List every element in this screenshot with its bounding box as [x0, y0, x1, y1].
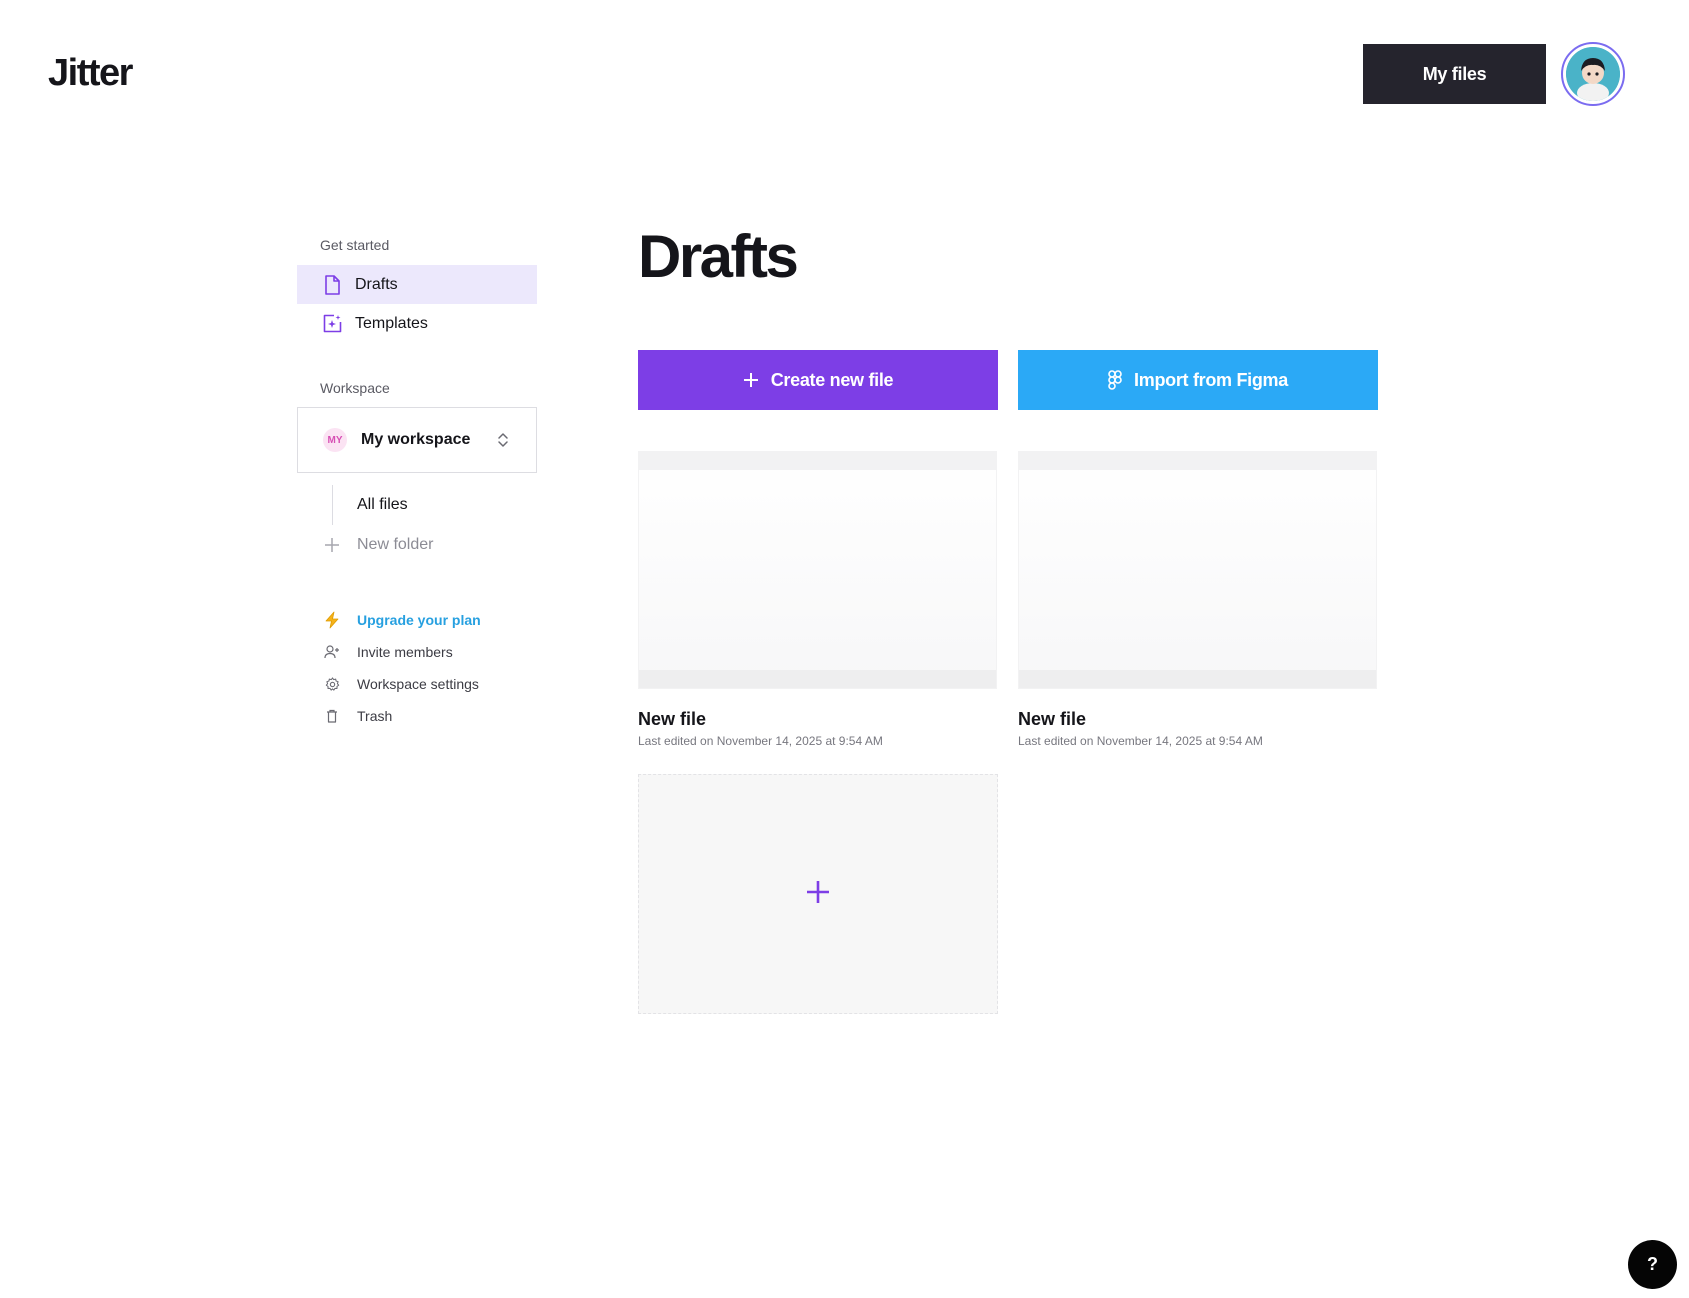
- import-from-figma-label: Import from Figma: [1134, 369, 1288, 390]
- file-name: New file: [638, 709, 707, 729]
- trash-link[interactable]: Trash: [297, 700, 537, 732]
- figma-icon: [1108, 370, 1122, 390]
- workspace-badge: MY: [323, 428, 347, 452]
- plus-icon: [322, 537, 342, 553]
- add-user-icon: [322, 642, 342, 662]
- trash-label: Trash: [357, 708, 393, 724]
- user-avatar[interactable]: [1561, 42, 1625, 106]
- help-button[interactable]: ?: [1628, 1240, 1677, 1289]
- my-files-button[interactable]: My files: [1363, 44, 1546, 104]
- invite-members-link[interactable]: Invite members: [297, 636, 537, 668]
- trash-icon: [322, 706, 342, 726]
- workspace-settings-link[interactable]: Workspace settings: [297, 668, 537, 700]
- import-from-figma-button[interactable]: Import from Figma: [1018, 350, 1378, 410]
- jitter-logo[interactable]: Jitter: [48, 52, 133, 95]
- avatar-illustration-icon: [1566, 47, 1620, 101]
- workspace-tree: All files: [297, 485, 537, 525]
- page-title: Drafts: [638, 223, 799, 290]
- get-started-label: Get started: [320, 237, 390, 253]
- file-last-edited: Last edited on November 14, 2025 at 9:54…: [1018, 734, 1263, 748]
- invite-members-label: Invite members: [357, 644, 453, 660]
- workspace-selector[interactable]: MY My workspace: [297, 407, 537, 473]
- thumbnail-bottom-bar: [639, 670, 996, 688]
- template-icon: [322, 314, 342, 334]
- file-thumbnail: [638, 451, 997, 689]
- sidebar-item-templates[interactable]: Templates: [297, 304, 537, 343]
- avatar-image: [1566, 47, 1620, 101]
- sidebar-item-label: Drafts: [355, 275, 398, 293]
- file-name: New file: [1018, 709, 1087, 729]
- thumbnail-top-bar: [639, 452, 996, 470]
- file-icon: [322, 274, 342, 295]
- thumbnail-bottom-bar: [1019, 670, 1376, 688]
- thumbnail-top-bar: [1019, 452, 1376, 470]
- file-card[interactable]: New file Last edited on November 14, 202…: [638, 451, 997, 748]
- plus-icon: [743, 372, 759, 388]
- file-thumbnail: [1018, 451, 1377, 689]
- new-folder-label: New folder: [357, 536, 434, 553]
- workspace-settings-label: Workspace settings: [357, 676, 479, 692]
- plus-icon: [806, 880, 830, 909]
- upgrade-plan-link[interactable]: Upgrade your plan: [297, 604, 537, 636]
- workspace-label: Workspace: [320, 380, 390, 396]
- create-new-file-label: Create new file: [770, 369, 894, 390]
- file-last-edited: Last edited on November 14, 2025 at 9:54…: [638, 734, 883, 748]
- create-new-file-button[interactable]: Create new file: [638, 350, 998, 410]
- lightning-icon: [322, 610, 342, 630]
- sidebar-item-label: Templates: [355, 314, 428, 332]
- chevron-up-down-icon: [496, 431, 510, 449]
- sidebar-links: Upgrade your plan Invite members Workspa…: [297, 604, 537, 732]
- gear-icon: [322, 674, 342, 694]
- folder-all-files[interactable]: All files: [297, 485, 537, 525]
- tree-line: [332, 485, 333, 525]
- new-folder-button[interactable]: New folder: [297, 525, 537, 565]
- sidebar-item-drafts[interactable]: Drafts: [297, 265, 537, 304]
- sidebar: Get started Drafts Templates Workspace M…: [297, 235, 537, 732]
- workspace-name: My workspace: [361, 431, 471, 448]
- file-card[interactable]: New file Last edited on November 14, 202…: [1018, 451, 1377, 748]
- upgrade-plan-label: Upgrade your plan: [357, 612, 481, 628]
- add-file-card[interactable]: [638, 774, 998, 1014]
